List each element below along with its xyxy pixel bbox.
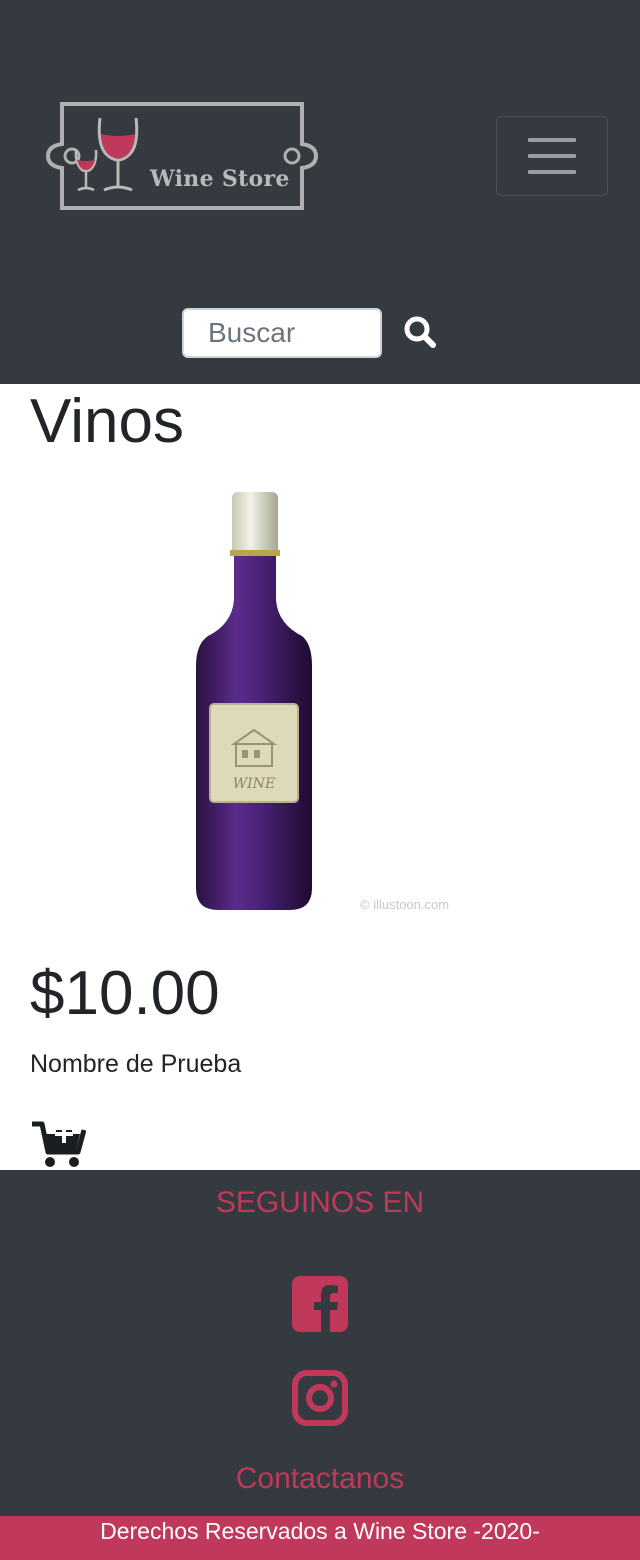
search-input[interactable] bbox=[182, 308, 382, 358]
facebook-link[interactable] bbox=[292, 1276, 348, 1332]
brand-name: Wine Store bbox=[150, 166, 290, 192]
hamburger-menu-icon bbox=[528, 138, 576, 174]
product-image[interactable]: WINE © illustoon.com bbox=[130, 476, 510, 926]
copyright-text: Derechos Reservados a Wine Store -2020- bbox=[100, 1518, 540, 1544]
product-price: $10.00 bbox=[30, 959, 220, 1028]
contact-link[interactable]: Contactanos bbox=[0, 1462, 640, 1496]
search-button[interactable] bbox=[400, 312, 440, 352]
instagram-icon bbox=[292, 1370, 348, 1426]
instagram-link[interactable] bbox=[292, 1370, 348, 1426]
image-watermark: © illustoon.com bbox=[360, 897, 450, 912]
brand-logo[interactable]: Wine Store bbox=[45, 100, 320, 212]
facebook-icon bbox=[292, 1276, 348, 1332]
menu-toggle-button[interactable] bbox=[496, 116, 608, 196]
product-name: Nombre de Prueba bbox=[30, 1050, 242, 1078]
add-to-cart-icon bbox=[32, 1121, 87, 1167]
magnifier-icon bbox=[404, 316, 436, 348]
page-title: Vinos bbox=[30, 387, 184, 456]
follow-us-heading: SEGUINOS EN bbox=[215, 1186, 425, 1219]
wine-bottle-image: WINE bbox=[196, 492, 312, 910]
bottle-label-text: WINE bbox=[233, 776, 275, 792]
navbar: Wine Store bbox=[0, 0, 640, 384]
add-to-cart-button[interactable] bbox=[30, 1116, 87, 1170]
wine-glasses-logo-icon bbox=[45, 102, 319, 210]
